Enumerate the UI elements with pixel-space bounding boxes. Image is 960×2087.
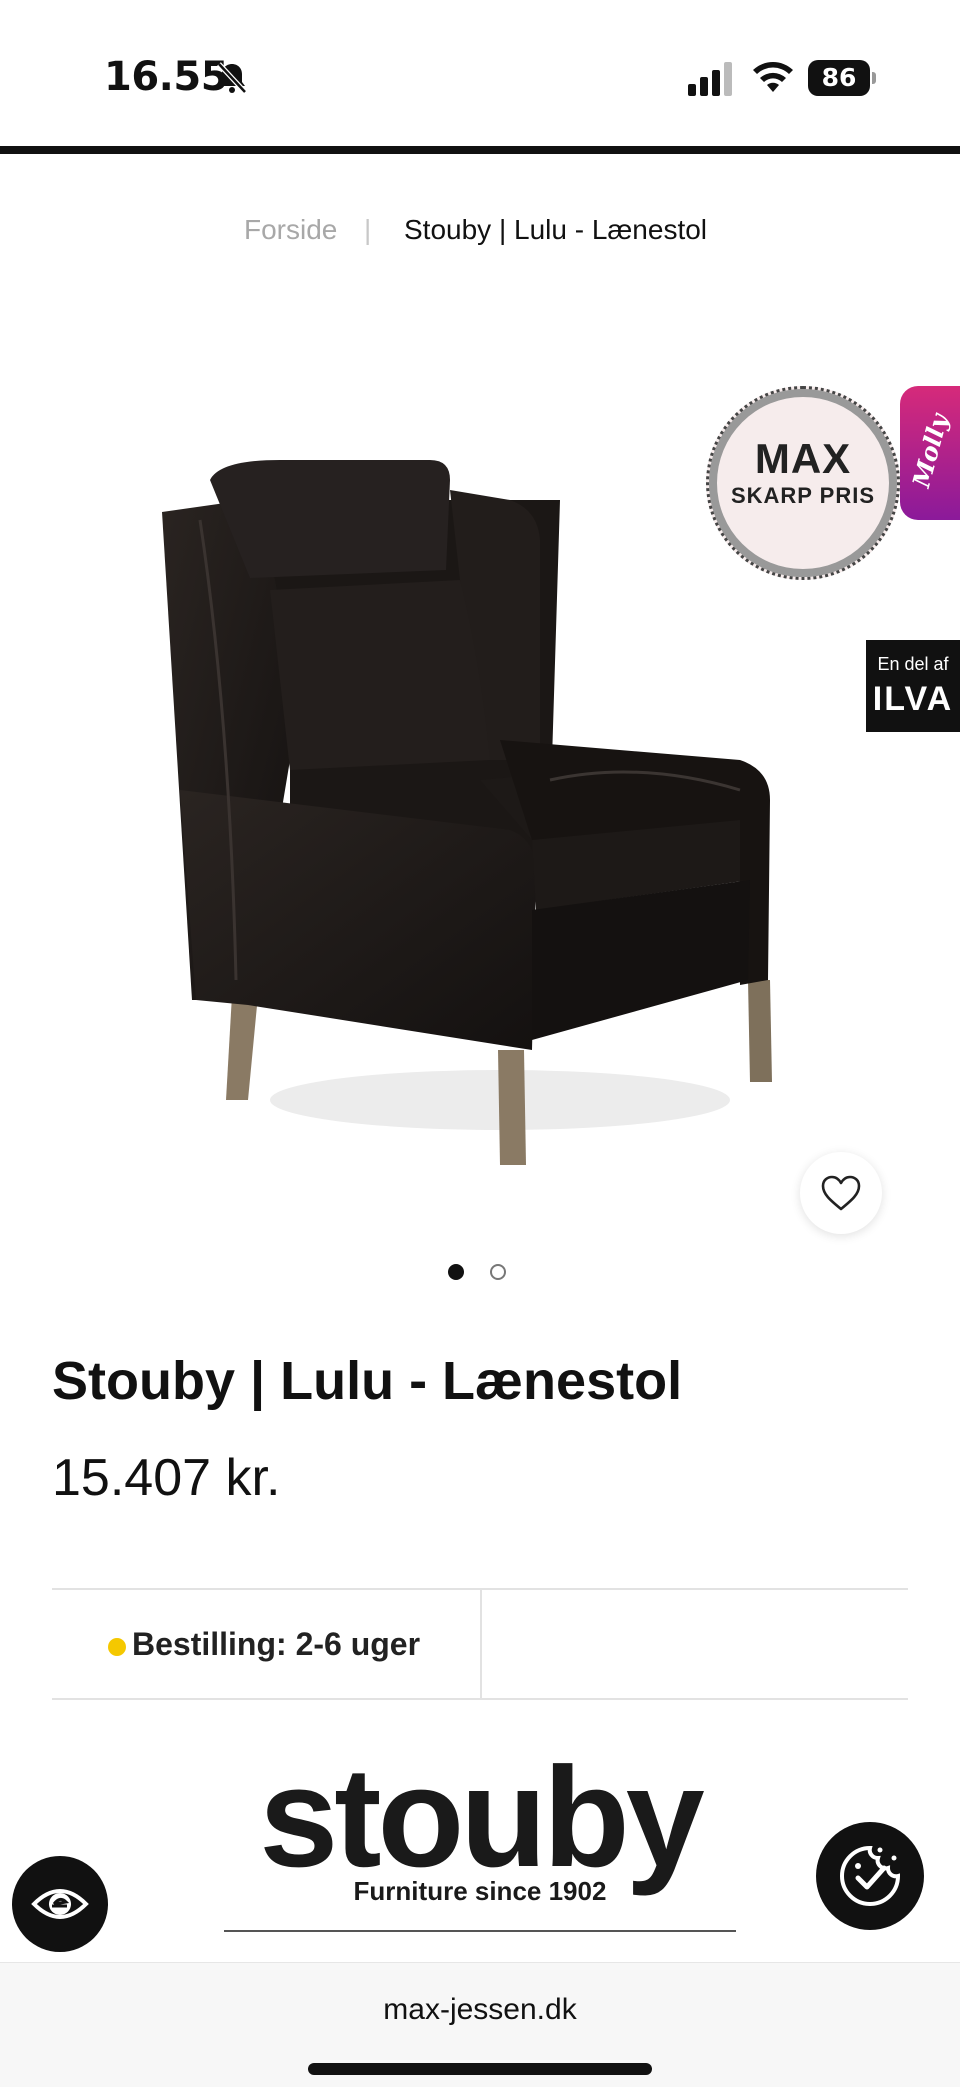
max-badge-title: MAX [754,435,852,482]
status-time: 16.55 [104,54,229,100]
brand-underline [224,1930,736,1932]
molly-label: Molly [906,410,954,491]
wishlist-button[interactable] [800,1152,882,1234]
status-bar: 16.55 86 [0,0,960,150]
heart-icon [821,1175,861,1211]
home-indicator [308,2063,652,2075]
breadcrumb-separator: | [364,214,372,245]
image-carousel-dots [448,1264,518,1284]
brand-tagline: Furniture since 1902 [353,1876,607,1906]
delivery-info: Bestilling: 2-6 uger [52,1588,908,1700]
ilva-logo: ILVA [872,680,954,718]
delivery-time: Bestilling: 2-6 uger [132,1626,421,1662]
url-text[interactable]: max-jessen.dk [0,1993,960,2027]
browser-url-bar[interactable]: max-jessen.dk [0,1962,960,2087]
ilva-badge: En del af ILVA [866,640,960,732]
bell-muted-icon [212,58,252,98]
max-skarp-pris-badge: MAX SKARP PRIS [706,386,900,580]
molly-chat-tab[interactable]: Molly [900,386,960,520]
brand-logo[interactable]: stouby Furniture since 1902 [224,1738,736,1936]
breadcrumb: Forside | Stouby | Lulu - Lænestol [0,214,960,254]
breadcrumb-current: Stouby | Lulu - Lænestol [404,214,708,245]
accessibility-button[interactable] [12,1856,108,1952]
battery-level: 86 [808,60,870,96]
cookie-consent-button[interactable] [816,1822,924,1930]
carousel-dot-2[interactable] [490,1264,506,1280]
product-price: 15.407 kr. [52,1449,281,1507]
product-title: Stouby | Lulu - Lænestol [52,1351,683,1411]
breadcrumb-home-link[interactable]: Forside [244,214,337,246]
cellular-signal-icon [688,62,736,96]
cookie-icon [840,1845,901,1906]
carousel-dot-1[interactable] [448,1264,464,1280]
product-image[interactable] [140,460,800,1180]
wifi-icon [750,58,796,96]
delivery-status-dot [108,1638,126,1656]
ilva-badge-caption: En del af [877,654,949,674]
eye-icon [31,1889,89,1919]
header-divider [0,146,960,154]
delivery-divider [480,1590,482,1698]
battery-icon: 86 [808,60,876,96]
max-badge-subtitle: SKARP PRIS [730,483,876,508]
